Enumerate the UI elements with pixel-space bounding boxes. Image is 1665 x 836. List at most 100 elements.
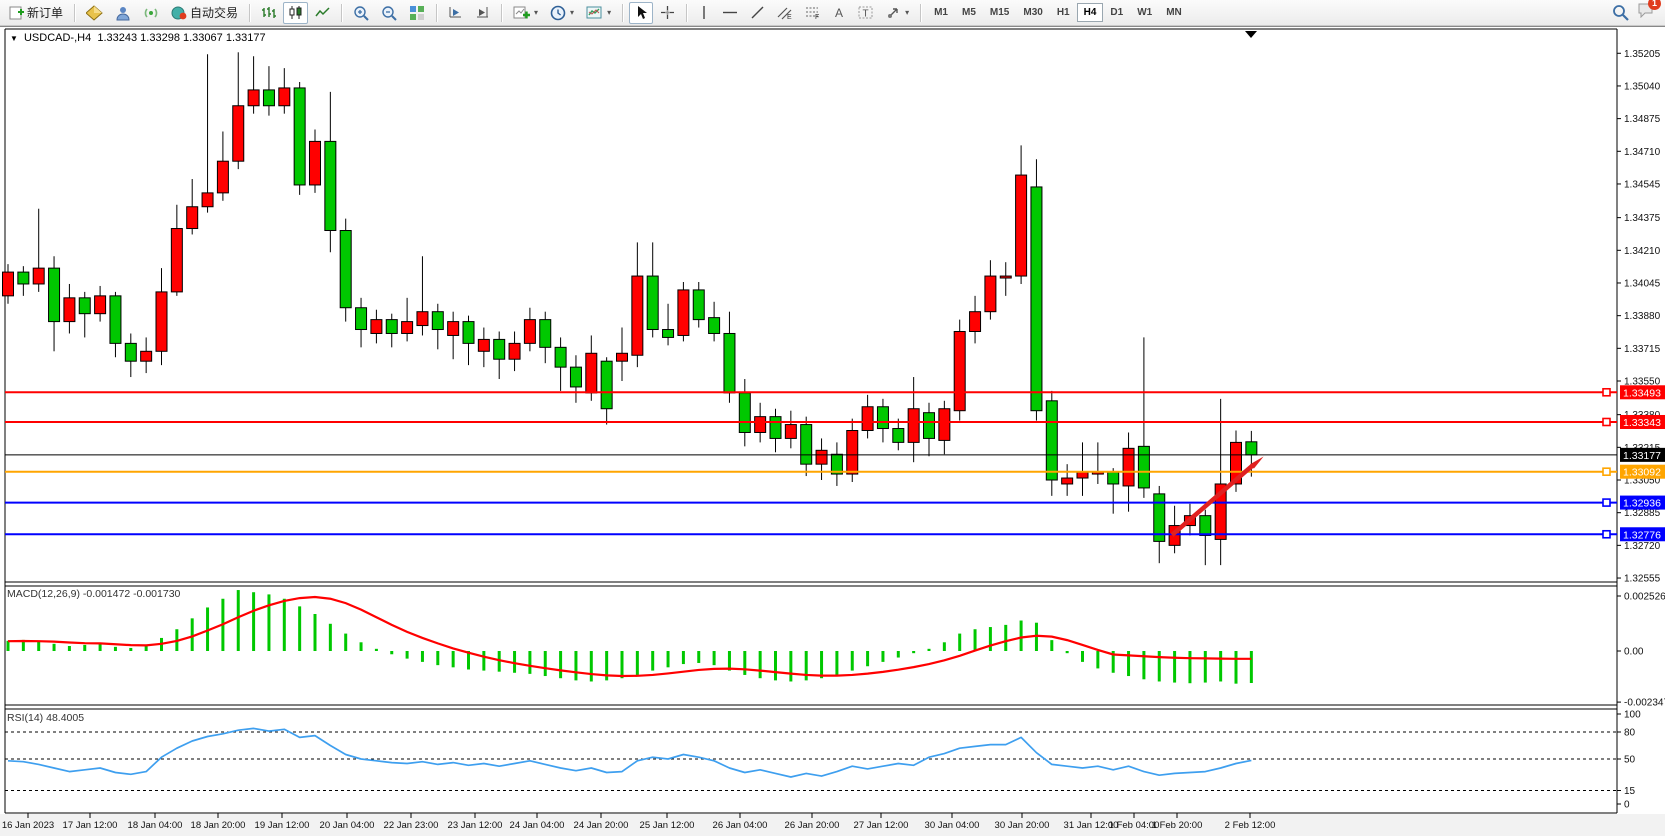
- timeframe-h4[interactable]: H4: [1077, 3, 1104, 22]
- search-icon[interactable]: [1612, 4, 1629, 21]
- label-icon: T: [858, 5, 874, 20]
- price-tick-label: 1.33880: [1624, 311, 1661, 322]
- support-line-1-handle[interactable]: [1603, 499, 1610, 506]
- resistance-line-2-handle[interactable]: [1603, 418, 1610, 425]
- text-button[interactable]: A: [828, 2, 851, 24]
- price-tick-label: 1.33715: [1624, 344, 1661, 355]
- zoom-in-button[interactable]: [348, 2, 374, 24]
- market-watch-button[interactable]: [81, 2, 108, 24]
- timeframe-m30[interactable]: M30: [1016, 3, 1049, 22]
- price-tick-label: 1.34210: [1624, 246, 1661, 257]
- candle-body: [1077, 472, 1088, 478]
- candle-body: [1046, 401, 1057, 480]
- timeframe-m15[interactable]: M15: [983, 3, 1016, 22]
- timeframe-h1[interactable]: H1: [1050, 3, 1077, 22]
- timeframe-mn[interactable]: MN: [1159, 3, 1189, 22]
- market-watch-icon: [86, 5, 103, 21]
- zoom-out-button[interactable]: [376, 2, 402, 24]
- ohlc-open: 1.33243: [97, 32, 137, 44]
- chart-window[interactable]: ▼ USDCAD-,H4 1.33243 1.33298 1.33067 1.3…: [0, 26, 1665, 835]
- support-line-2-handle[interactable]: [1603, 531, 1610, 538]
- time-axis-label: 27 Jan 12:00: [854, 820, 909, 831]
- trendline-button[interactable]: [745, 2, 770, 24]
- time-axis-label: 23 Jan 12:00: [448, 820, 503, 831]
- candle-body: [801, 425, 812, 465]
- text-label-button[interactable]: T: [853, 2, 879, 24]
- chart-bars-icon: [261, 5, 276, 20]
- new-order-button[interactable]: 新订单: [4, 2, 68, 24]
- candle-body: [939, 409, 950, 441]
- pivot-line-handle[interactable]: [1603, 468, 1610, 475]
- timeframe-d1[interactable]: D1: [1103, 3, 1130, 22]
- time-axis-label: 30 Jan 20:00: [995, 820, 1050, 831]
- tile-windows-button[interactable]: [404, 2, 430, 24]
- macd-tick-label: 0.002526: [1624, 592, 1665, 603]
- templates-icon: [586, 5, 603, 21]
- candle-body: [739, 393, 750, 433]
- timeframe-m1[interactable]: M1: [927, 3, 955, 22]
- candle-body: [402, 322, 413, 334]
- chart-canvas[interactable]: 1.352051.350401.348751.347101.345451.343…: [0, 27, 1665, 836]
- candle-body: [79, 298, 90, 314]
- auto-trading-button[interactable]: 自动交易: [166, 2, 243, 24]
- candle-body: [386, 320, 397, 334]
- navigator-button[interactable]: [110, 2, 136, 24]
- candlestick-chart-button[interactable]: [283, 2, 308, 24]
- candle-body: [110, 296, 121, 344]
- chart-shift-button[interactable]: [443, 2, 468, 24]
- candle-body: [647, 276, 658, 329]
- signals-button[interactable]: [138, 2, 164, 24]
- candle-body: [478, 339, 489, 351]
- cursor-button[interactable]: [629, 2, 653, 24]
- notifications-button[interactable]: 1: [1637, 2, 1655, 23]
- chevron-down-icon: ▼: [10, 34, 18, 43]
- candle-body: [3, 272, 14, 296]
- candle-body: [970, 312, 981, 332]
- shapes-button[interactable]: ▾: [881, 2, 914, 24]
- candle-body: [924, 413, 935, 439]
- macd-value: -0.001472: [83, 588, 130, 600]
- periods-button[interactable]: ▾: [545, 2, 579, 24]
- crosshair-icon: [660, 5, 675, 20]
- chart-shift-icon: [448, 5, 463, 20]
- bar-chart-button[interactable]: [256, 2, 281, 24]
- resistance-line-1-handle[interactable]: [1603, 389, 1610, 396]
- timeframe-m5[interactable]: M5: [955, 3, 983, 22]
- candle-body: [340, 231, 351, 308]
- time-axis-label: 18 Jan 04:00: [128, 820, 183, 831]
- candle-body: [171, 229, 182, 292]
- fibonacci-button[interactable]: F: [800, 2, 826, 24]
- candle-body: [310, 141, 321, 185]
- auto-scroll-icon: [475, 5, 490, 20]
- ohlc-low: 1.33067: [183, 32, 223, 44]
- rsi-name: RSI(14): [7, 712, 43, 724]
- rsi-indicator-label: RSI(14) 48.4005: [7, 712, 84, 724]
- candle-body: [1031, 187, 1042, 411]
- equidistant-channel-button[interactable]: E: [772, 2, 798, 24]
- resistance-line-2-badge-label: 1.33343: [1623, 417, 1661, 429]
- rsi-tick-label: 100: [1624, 710, 1641, 721]
- trendline-icon: [750, 5, 765, 20]
- templates-button[interactable]: ▾: [581, 2, 616, 24]
- time-axis-label: 1 Feb 20:00: [1152, 820, 1203, 831]
- candle-body: [724, 333, 735, 392]
- vertical-line-button[interactable]: [693, 2, 715, 24]
- svg-text:F: F: [815, 14, 819, 20]
- zoom-out-icon: [381, 5, 397, 21]
- timeframe-switcher: M1M5M15M30H1H4D1W1MN: [927, 3, 1189, 22]
- candle-body: [233, 106, 244, 161]
- candle-body: [755, 417, 766, 433]
- line-chart-button[interactable]: [310, 2, 335, 24]
- auto-scroll-button[interactable]: [470, 2, 495, 24]
- macd-name: MACD(12,26,9): [7, 588, 80, 600]
- separator: [622, 4, 623, 22]
- candle-body: [417, 312, 428, 326]
- crosshair-button[interactable]: [655, 2, 680, 24]
- timeframe-w1[interactable]: W1: [1130, 3, 1159, 22]
- chevron-down-icon: ▾: [905, 8, 909, 17]
- candle-body: [1200, 516, 1211, 536]
- vline-icon: [698, 5, 710, 20]
- add-indicator-button[interactable]: ▾: [508, 2, 543, 24]
- price-tick-label: 1.34045: [1624, 278, 1661, 289]
- horizontal-line-button[interactable]: [717, 2, 743, 24]
